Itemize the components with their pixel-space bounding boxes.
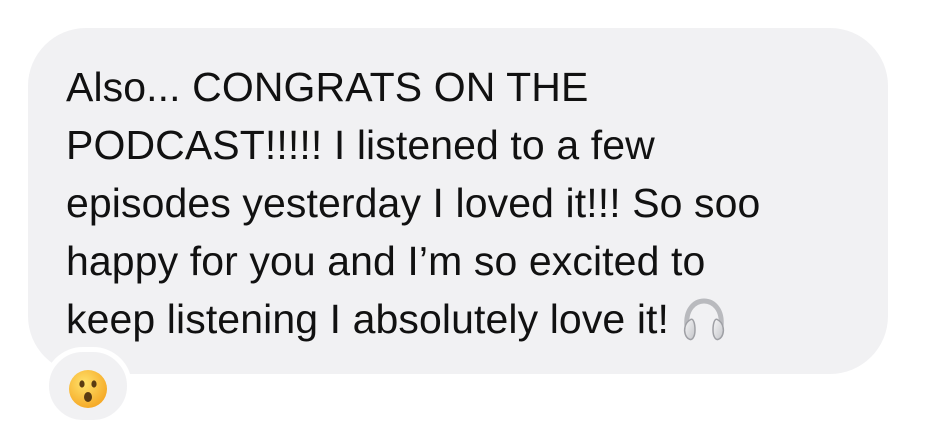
message-line: Also... CONGRATS ON THE bbox=[66, 64, 589, 110]
message-line: happy for you and I’m so excited to bbox=[66, 238, 706, 284]
message-line: keep listening I absolutely love it! bbox=[66, 296, 670, 342]
hushed-face-icon bbox=[69, 370, 107, 408]
reaction-badge[interactable] bbox=[44, 347, 132, 425]
message-line: PODCAST!!!!! I listened to a few bbox=[66, 122, 655, 168]
message-line-last: keep listening I absolutely love it! bbox=[66, 290, 760, 348]
message-text: Also... CONGRATS ON THE PODCAST!!!!! I l… bbox=[66, 58, 760, 348]
headphones-icon bbox=[683, 298, 725, 341]
message-line: episodes yesterday I loved it!!! So soo bbox=[66, 180, 761, 226]
